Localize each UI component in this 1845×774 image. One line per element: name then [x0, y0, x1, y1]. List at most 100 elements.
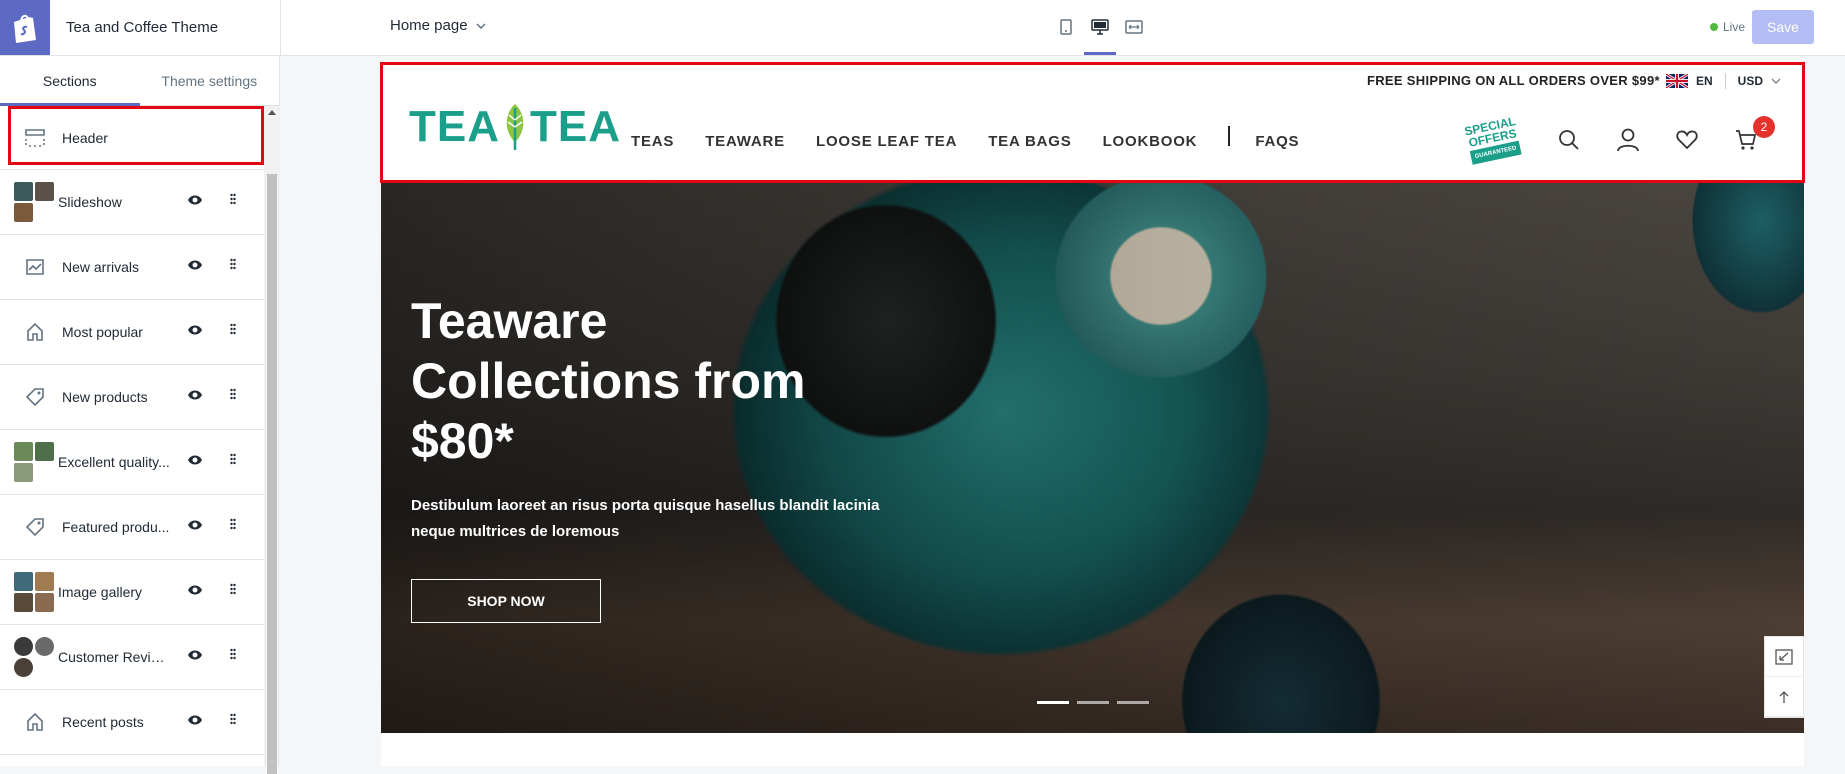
cart-icon[interactable]: 2 — [1732, 116, 1775, 154]
chevron-down-icon — [476, 22, 486, 29]
eye-icon[interactable] — [187, 388, 203, 406]
nav-item-tea-bags[interactable]: TEA BAGS — [988, 133, 1071, 150]
section-label: Featured produ... — [62, 519, 170, 535]
search-icon[interactable] — [1555, 126, 1583, 154]
hero-title: Teaware Collections from $80* — [411, 293, 806, 469]
eye-icon[interactable] — [187, 453, 203, 471]
divider — [1724, 73, 1726, 89]
section-list: Header Slideshow New arrivals Most popul… — [0, 106, 264, 755]
divider — [280, 0, 281, 56]
expand-icon[interactable] — [1765, 637, 1803, 677]
section-item-header[interactable]: Header — [0, 106, 264, 170]
page-select-dropdown[interactable]: Home page — [390, 17, 486, 34]
sidebar-scrollbar[interactable] — [264, 106, 280, 774]
theme-name: Tea and Coffee Theme — [66, 19, 219, 36]
drag-handle-icon[interactable] — [230, 647, 236, 665]
main-navigation: TEAS TEAWARE LOOSE LEAF TEA TEA BAGS LOO… — [631, 125, 1330, 150]
image-chart-icon — [20, 252, 50, 282]
section-item-new-products[interactable]: New products — [0, 365, 264, 430]
drag-handle-icon[interactable] — [230, 192, 236, 210]
drag-handle-icon[interactable] — [230, 582, 236, 600]
section-label: Excellent quality... — [58, 454, 170, 470]
tab-theme-settings[interactable]: Theme settings — [140, 56, 280, 105]
scrollbar-thumb[interactable] — [267, 174, 277, 774]
shop-now-button[interactable]: SHOP NOW — [411, 579, 601, 623]
slide-dot-2[interactable] — [1077, 701, 1109, 704]
drag-handle-icon[interactable] — [230, 322, 236, 340]
shipping-notice: FREE SHIPPING ON ALL ORDERS OVER $99* — [1367, 73, 1660, 88]
wishlist-heart-icon[interactable] — [1673, 126, 1701, 154]
excellent-quality-thumbnails — [14, 442, 54, 482]
mobile-view-icon[interactable] — [1054, 14, 1078, 40]
eye-icon[interactable] — [187, 193, 203, 211]
tab-sections[interactable]: Sections — [0, 56, 140, 106]
chevron-down-icon[interactable] — [1771, 78, 1781, 84]
drag-handle-icon[interactable] — [230, 452, 236, 470]
live-status: Live — [1710, 20, 1745, 34]
section-label: New arrivals — [62, 259, 140, 275]
drag-handle-icon[interactable] — [230, 387, 236, 405]
nav-item-teaware[interactable]: TEAWARE — [705, 133, 785, 150]
live-label: Live — [1723, 20, 1746, 34]
nav-item-lookbook[interactable]: LOOKBOOK — [1103, 133, 1198, 150]
nav-item-teas[interactable]: TEAS — [631, 133, 674, 150]
tag-icon — [20, 512, 50, 542]
nav-divider — [1228, 125, 1231, 146]
header-actions: SPECIAL OFFERS GUARANTEED 2 — [1461, 114, 1791, 165]
section-item-most-popular[interactable]: Most popular — [0, 300, 264, 365]
eye-icon[interactable] — [187, 258, 203, 276]
eye-icon[interactable] — [187, 583, 203, 601]
nav-item-loose-leaf-tea[interactable]: LOOSE LEAF TEA — [816, 133, 957, 150]
user-account-icon[interactable] — [1614, 126, 1642, 154]
section-item-featured-products[interactable]: Featured produ... — [0, 495, 264, 560]
section-item-customer-reviews[interactable]: Customer Revie... — [0, 625, 264, 690]
slideshow-thumbnails — [14, 182, 54, 222]
drag-handle-icon[interactable] — [230, 257, 236, 275]
save-button[interactable]: Save — [1752, 10, 1814, 44]
leaf-logo-icon — [506, 104, 524, 150]
section-label: Slideshow — [58, 194, 122, 210]
section-item-recent-posts[interactable]: Recent posts — [0, 690, 264, 755]
section-item-image-gallery[interactable]: Image gallery — [0, 560, 264, 625]
hero-subtitle: Destibulum laoreet an risus porta quisqu… — [411, 497, 880, 540]
scroll-up-arrow-icon[interactable] — [268, 110, 276, 115]
desktop-view-icon[interactable] — [1084, 14, 1116, 55]
eye-icon[interactable] — [187, 518, 203, 536]
store-header: FREE SHIPPING ON ALL ORDERS OVER $99* EN… — [381, 63, 1804, 181]
slide-dot-1[interactable] — [1037, 701, 1069, 704]
eye-icon[interactable] — [187, 648, 203, 666]
fullscreen-view-icon[interactable] — [1122, 14, 1146, 40]
language-label[interactable]: EN — [1696, 74, 1713, 88]
home-icon — [20, 317, 50, 347]
special-offers-badge[interactable]: SPECIAL OFFERS GUARANTEED — [1457, 109, 1530, 171]
section-item-slideshow[interactable]: Slideshow — [0, 170, 264, 235]
drag-handle-icon[interactable] — [230, 517, 236, 535]
floating-side-widget — [1764, 636, 1804, 718]
eye-icon[interactable] — [187, 713, 203, 731]
tag-icon — [20, 382, 50, 412]
live-status-dot — [1710, 23, 1718, 31]
header-layout-icon — [20, 123, 50, 153]
device-toggle — [1054, 14, 1146, 55]
section-item-excellent-quality[interactable]: Excellent quality... — [0, 430, 264, 495]
image-gallery-thumbnails — [14, 572, 54, 612]
slideshow-dots — [1037, 701, 1149, 704]
section-label: Recent posts — [62, 714, 144, 730]
currency-label[interactable]: USD — [1738, 74, 1763, 88]
shopify-logo-icon[interactable] — [0, 0, 50, 55]
uk-flag-icon[interactable] — [1666, 74, 1688, 88]
section-item-new-arrivals[interactable]: New arrivals — [0, 235, 264, 300]
customer-reviews-avatars — [14, 637, 54, 677]
scroll-to-top-icon[interactable] — [1765, 677, 1803, 717]
store-preview: FREE SHIPPING ON ALL ORDERS OVER $99* EN… — [381, 63, 1804, 766]
editor-top-bar: Tea and Coffee Theme Home page Live Save — [0, 0, 1845, 56]
slide-dot-3[interactable] — [1117, 701, 1149, 704]
nav-item-faqs[interactable]: FAQS — [1255, 133, 1299, 150]
eye-icon[interactable] — [187, 323, 203, 341]
drag-handle-icon[interactable] — [230, 712, 236, 730]
section-label: Image gallery — [58, 584, 143, 600]
section-label: Header — [62, 129, 108, 146]
language-currency-selector: EN USD — [1666, 73, 1781, 89]
home-icon — [20, 707, 50, 737]
store-logo[interactable]: TEA TEA — [409, 97, 621, 157]
